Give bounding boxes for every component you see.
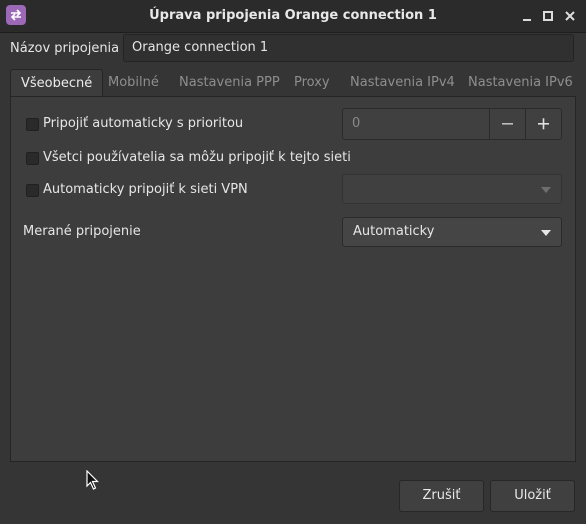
close-icon[interactable]	[562, 8, 578, 24]
tab-ipv6-settings[interactable]: Nastavenia IPv6	[458, 69, 583, 97]
decrement-button[interactable]	[489, 109, 526, 139]
mouse-pointer-icon	[86, 470, 99, 490]
increment-button[interactable]	[525, 109, 562, 139]
cancel-button[interactable]: Zrušiť	[399, 480, 484, 512]
window-title: Úprava pripojenia Orange connection 1	[149, 8, 437, 23]
maximize-icon[interactable]	[540, 8, 556, 24]
auto-connect-label: Pripojiť automaticky s prioritou	[43, 116, 244, 131]
metered-select[interactable]: Automaticky	[342, 217, 562, 247]
connection-name-input[interactable]: Orange connection 1	[123, 34, 574, 62]
title-bar[interactable]: Úprava pripojenia Orange connection 1	[0, 0, 586, 33]
tab-ppp-settings[interactable]: Nastavenia PPP	[169, 69, 290, 97]
metered-label: Merané pripojenie	[23, 224, 141, 239]
tab-proxy[interactable]: Proxy	[284, 69, 340, 97]
chevron-down-icon	[541, 230, 551, 236]
priority-spinbutton[interactable]: 0	[342, 108, 562, 140]
minus-icon	[502, 123, 513, 125]
all-users-checkbox[interactable]	[26, 152, 39, 165]
auto-connect-checkbox[interactable]	[26, 118, 39, 131]
priority-value: 0	[352, 116, 361, 131]
vpn-select[interactable]	[342, 174, 562, 204]
auto-vpn-label: Automaticky pripojiť k sieti VPN	[43, 182, 248, 197]
tab-general[interactable]: Všeobecné	[10, 69, 104, 97]
tab-bar: Všeobecné Mobilné Nastavenia PPP Proxy N…	[10, 69, 576, 97]
auto-vpn-checkbox[interactable]	[26, 184, 39, 197]
chevron-down-icon	[541, 187, 551, 193]
metered-select-value: Automaticky	[353, 224, 435, 239]
plus-icon	[538, 118, 549, 130]
minimize-icon[interactable]	[519, 8, 535, 24]
connection-name-label: Názov pripojenia	[10, 41, 120, 56]
tab-ipv4-settings[interactable]: Nastavenia IPv4	[340, 69, 465, 97]
save-button[interactable]: Uložiť	[490, 480, 575, 512]
all-users-label: Všetci používatelia sa môžu pripojiť k t…	[43, 150, 351, 165]
tab-mobile[interactable]: Mobilné	[98, 69, 169, 97]
